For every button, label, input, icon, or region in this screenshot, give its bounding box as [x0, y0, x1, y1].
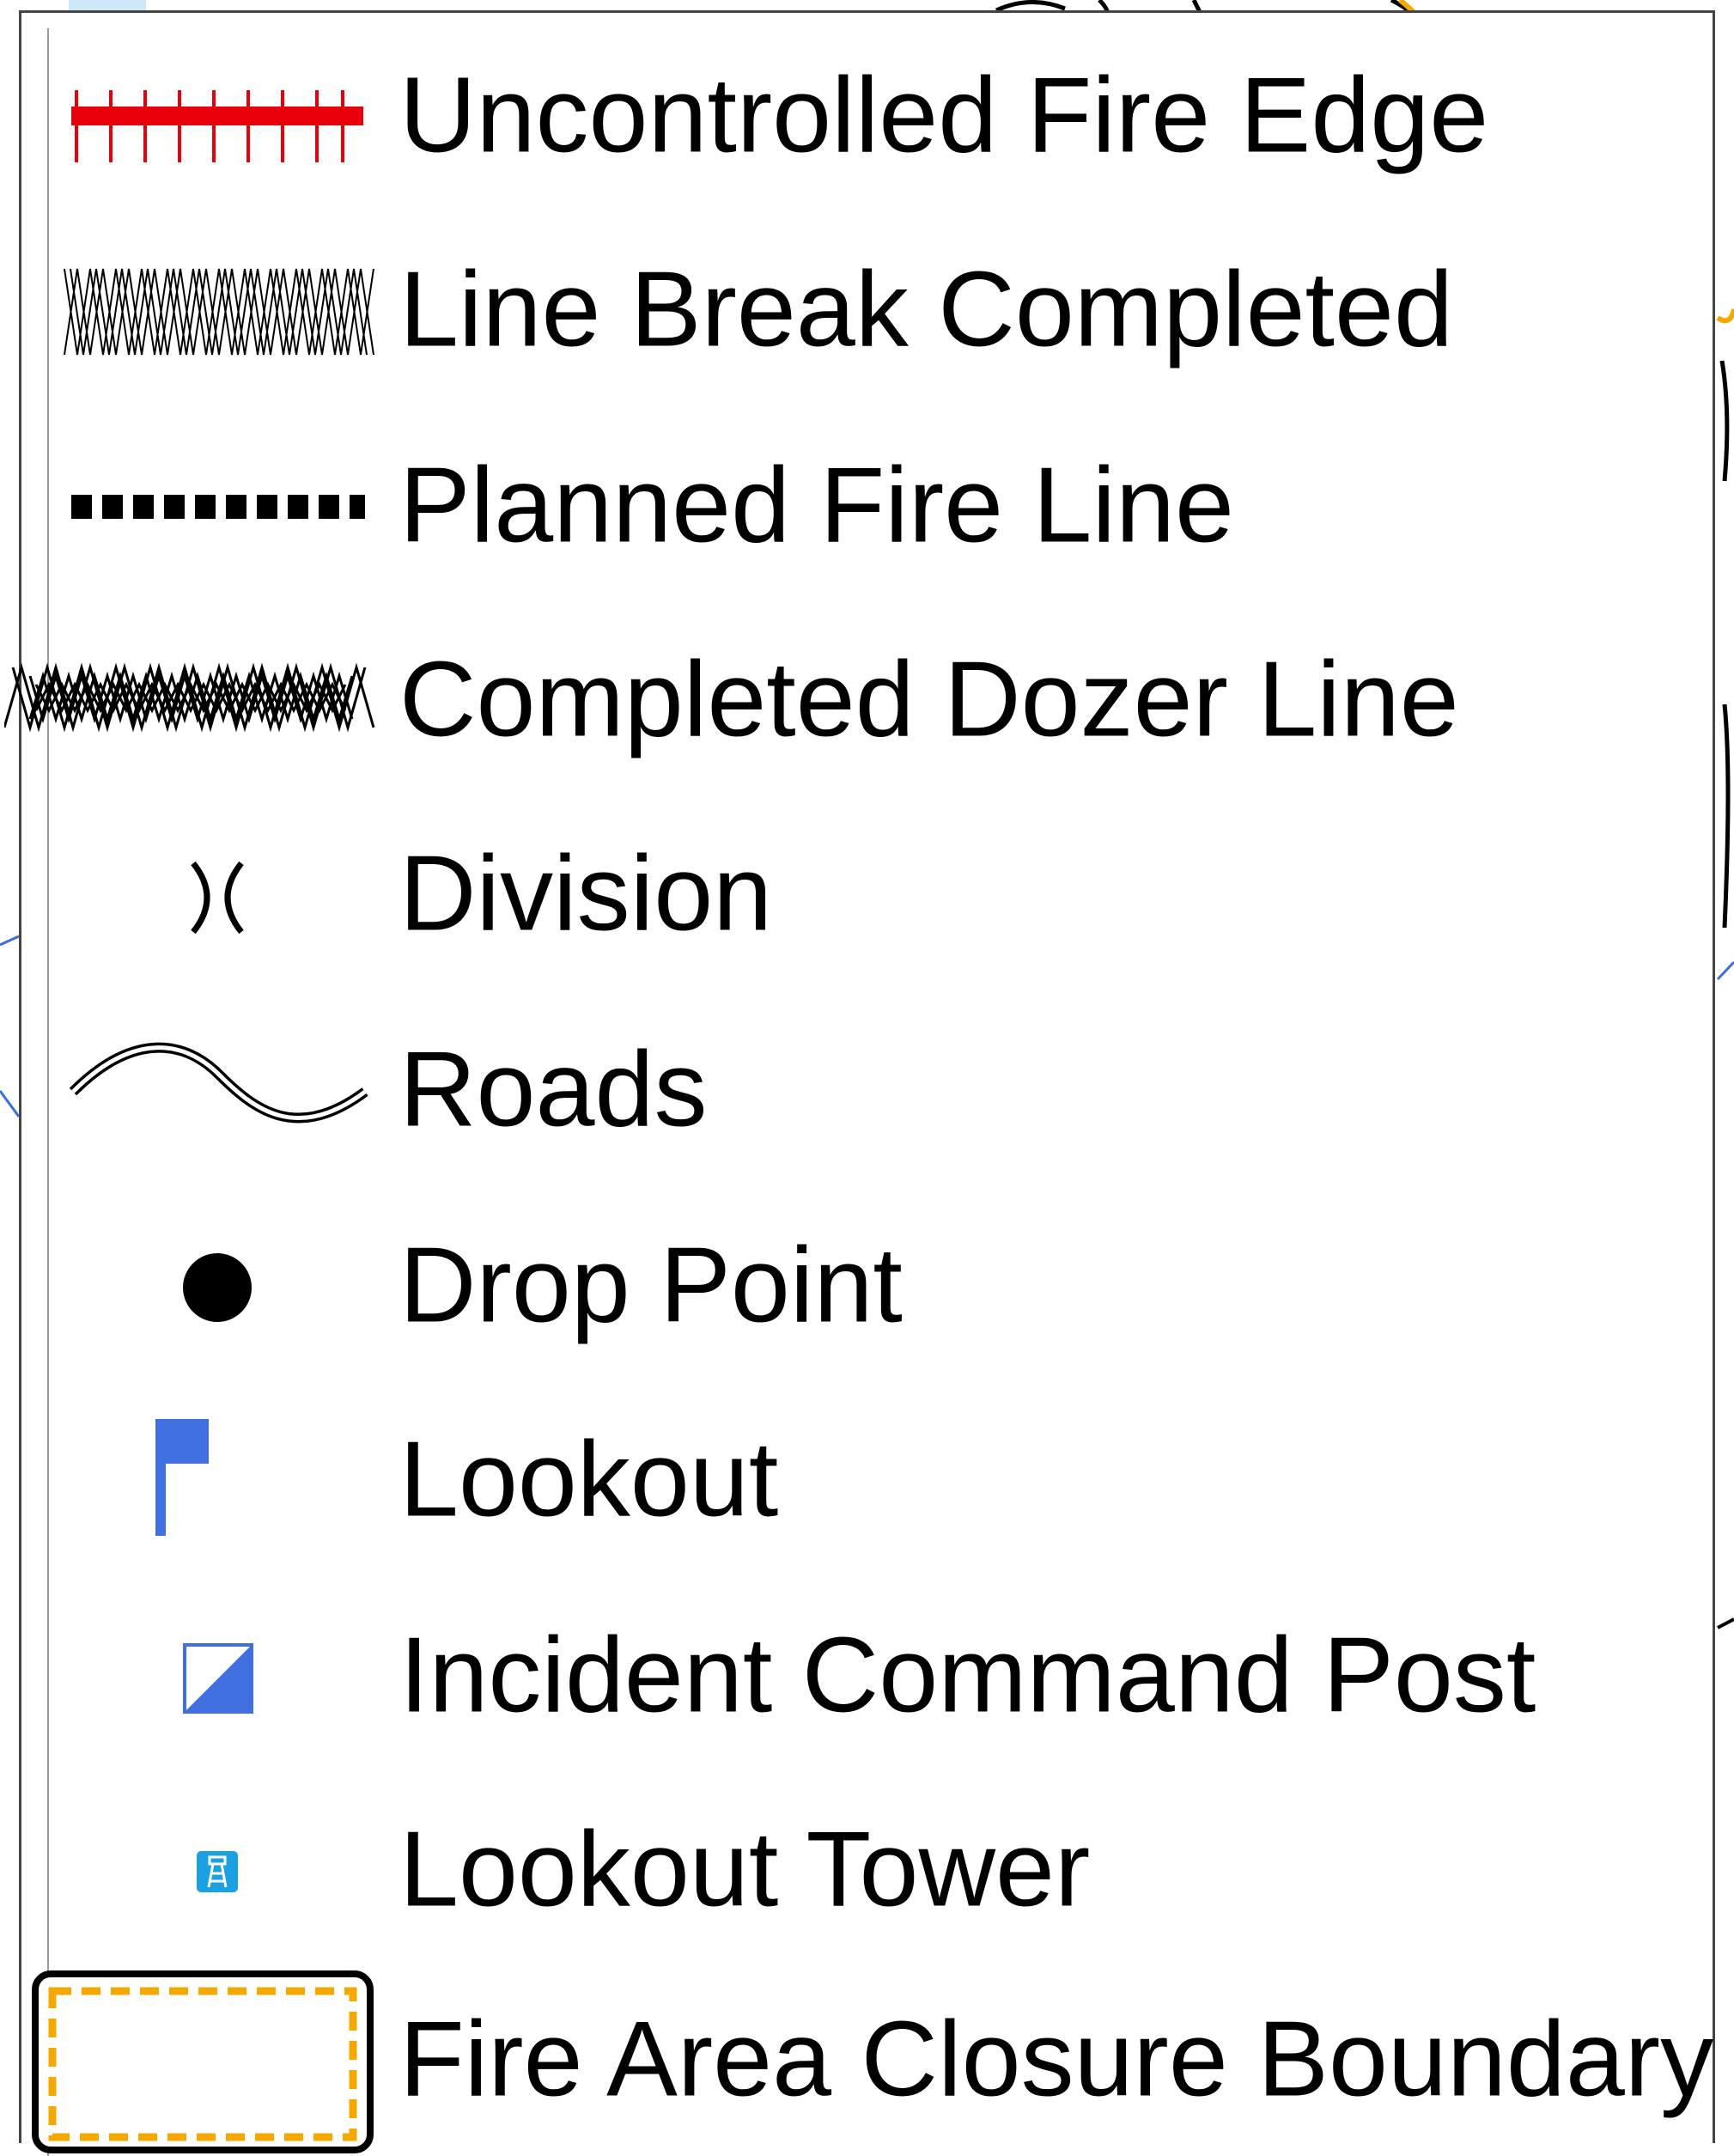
legend-item-lookout: Lookout [21, 1387, 1718, 1576]
division-icon [39, 801, 391, 990]
drop-point-icon [39, 1193, 391, 1382]
lookout-tower-icon [39, 1777, 391, 1966]
uncontrolled-fire-edge-icon [39, 23, 391, 212]
map-legend: Uncontrolled Fire Edge Line Break Comple… [4, 10, 1718, 2156]
legend-label: Completed Dozer Line [399, 640, 1459, 759]
legend-label: Lookout Tower [399, 1810, 1091, 1929]
fire-area-closure-boundary-icon [30, 1967, 382, 2156]
legend-item-drop-point: Drop Point [21, 1193, 1718, 1382]
line-break-completed-icon [39, 217, 391, 406]
roads-icon [39, 997, 391, 1186]
planned-fire-line-icon [39, 413, 391, 602]
legend-label: Fire Area Closure Boundary [399, 2000, 1714, 2119]
legend-label: Division [399, 834, 773, 953]
map-road-fragment [1719, 360, 1731, 929]
legend-label: Drop Point [399, 1226, 903, 1345]
map-closure-fragment [1716, 308, 1734, 324]
legend-item-roads: Roads [21, 997, 1718, 1186]
legend-item-uncontrolled-fire-edge: Uncontrolled Fire Edge [21, 23, 1718, 212]
legend-item-lookout-tower: Lookout Tower [21, 1777, 1718, 1966]
incident-command-post-icon [39, 1583, 391, 1772]
legend-label: Lookout [399, 1420, 779, 1539]
legend-label: Uncontrolled Fire Edge [399, 56, 1489, 175]
legend-label: Roads [399, 1030, 708, 1149]
legend-item-completed-dozer-line: Completed Dozer Line [4, 607, 1718, 796]
legend-label: Line Break Completed [399, 250, 1453, 369]
legend-item-division: Division [21, 801, 1718, 990]
legend-item-incident-command-post: Incident Command Post [21, 1583, 1718, 1772]
map-road-fragment [1717, 1617, 1734, 1629]
lookout-flag-icon [39, 1387, 391, 1576]
completed-dozer-line-icon [4, 607, 391, 796]
legend-label: Planned Fire Line [399, 446, 1234, 565]
legend-label: Incident Command Post [399, 1616, 1536, 1735]
legend-item-line-break-completed: Line Break Completed [21, 217, 1718, 406]
legend-item-planned-fire-line: Planned Fire Line [21, 413, 1718, 602]
legend-item-fire-area-closure-boundary: Fire Area Closure Boundary [21, 1967, 1718, 2156]
